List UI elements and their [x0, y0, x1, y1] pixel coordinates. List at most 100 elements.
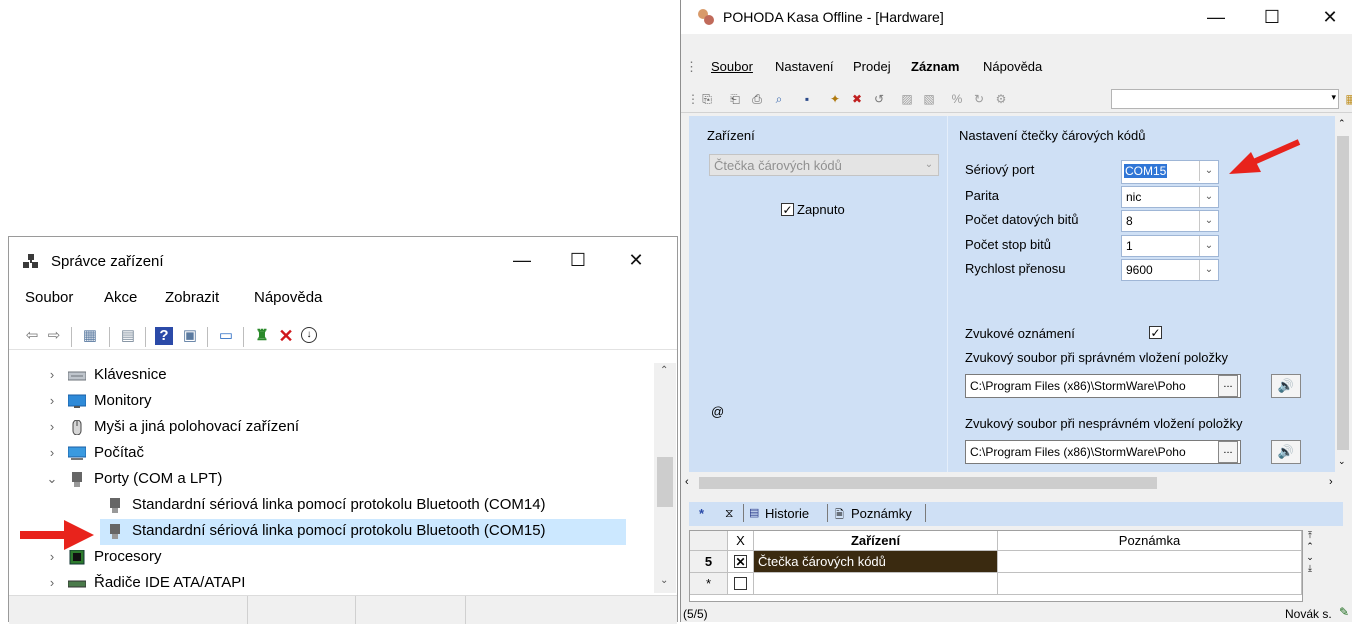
chevron-right-icon[interactable]: › — [46, 367, 58, 382]
chevron-down-icon[interactable]: ⌄ — [1199, 187, 1218, 207]
save-icon[interactable]: ▪ — [799, 91, 815, 107]
data-bits-select[interactable]: 8 ⌄ — [1121, 210, 1219, 232]
properties-icon[interactable]: ▦ — [81, 327, 99, 345]
grid-header-note[interactable]: Poznámka — [998, 531, 1302, 551]
chevron-right-icon[interactable]: › — [46, 393, 58, 408]
menu-soubor[interactable]: Soubor — [711, 59, 753, 74]
close-button[interactable]: ✕ — [613, 245, 659, 275]
tab-star[interactable]: * — [699, 506, 704, 521]
menu-nastaveni[interactable]: Nastavení — [775, 59, 834, 74]
browse-sound-bad-button[interactable]: ... — [1218, 441, 1238, 463]
tree-item-radice-ide[interactable]: › Řadiče IDE ATA/ATAPI — [10, 571, 653, 593]
chevron-down-icon[interactable]: ⌄ — [1199, 161, 1218, 181]
scroll-thumb[interactable] — [1337, 136, 1349, 450]
browse-sound-ok-button[interactable]: ... — [1218, 375, 1238, 397]
chevron-down-icon[interactable]: ⌄ — [920, 155, 938, 175]
delete-record-icon[interactable]: ✖ — [849, 91, 865, 107]
minimize-button[interactable]: — — [1193, 2, 1239, 32]
menu-napoveda[interactable]: Nápověda — [983, 59, 1042, 74]
scroll-left-icon[interactable]: ‹ — [685, 476, 689, 488]
chevron-down-icon[interactable]: ⌄ — [1199, 236, 1218, 256]
chevron-right-icon[interactable]: › — [46, 575, 58, 590]
grid-row-checkbox-cell[interactable] — [728, 573, 754, 595]
tools-icon[interactable]: ⚙ — [993, 91, 1009, 107]
tab-poznamky[interactable]: Poznámky — [851, 506, 912, 521]
sound-ok-path-input[interactable]: C:\Program Files (x86)\StormWare\Poho ..… — [965, 374, 1241, 398]
menu-zaznam[interactable]: Záznam — [911, 59, 959, 74]
menu-zobrazit[interactable]: Zobrazit — [165, 289, 219, 306]
cancel-filter-icon[interactable]: ▧ — [921, 91, 937, 107]
tree-item-com14[interactable]: Standardní sériová linka pomocí protokol… — [10, 493, 653, 519]
menu-soubor[interactable]: Soubor — [25, 289, 73, 306]
close-button[interactable]: ✕ — [1307, 2, 1352, 32]
menu-napoveda[interactable]: Nápověda — [254, 289, 322, 306]
exit-icon[interactable]: ⎘ — [699, 91, 715, 107]
scan-hardware-icon[interactable]: ▭ — [217, 327, 235, 345]
folder-icon[interactable]: ▦ — [1343, 91, 1352, 107]
chevron-down-icon[interactable]: ⌄ — [46, 471, 58, 487]
tree-item-porty[interactable]: ⌄ Porty (COM a LPT) — [10, 467, 653, 493]
play-sound-bad-icon[interactable]: 🔊 — [1271, 440, 1301, 464]
scroll-up-icon[interactable]: ⌃ — [1338, 118, 1346, 129]
serial-port-select[interactable]: COM15 ⌄ — [1121, 160, 1219, 184]
menu-prodej[interactable]: Prodej — [853, 59, 891, 74]
row-checkbox[interactable]: ✕ — [734, 555, 747, 568]
menu-akce[interactable]: Akce — [104, 289, 137, 306]
scroll-thumb[interactable] — [657, 457, 673, 507]
help-icon[interactable]: ? — [155, 327, 173, 345]
scroll-up-icon[interactable]: ⌃ — [660, 365, 668, 376]
uninstall-icon[interactable]: ✕ — [277, 327, 295, 345]
grid-row-device[interactable]: Čtečka čárových kódů — [754, 551, 998, 573]
scroll-down-icon[interactable]: ⌄ — [660, 575, 668, 586]
grid-scrollbar[interactable]: ⤒ ⌃ ⌄ ⤓ — [1303, 530, 1317, 602]
percent-icon[interactable]: % — [949, 91, 965, 107]
toolbar-combo[interactable]: ▾ — [1111, 89, 1339, 109]
stop-bits-select[interactable]: 1 ⌄ — [1121, 235, 1219, 257]
chevron-down-icon[interactable]: ⌄ — [1199, 260, 1218, 280]
grid-row-device[interactable] — [754, 573, 998, 595]
dm-vertical-scrollbar[interactable]: ⌃ ⌄ — [654, 363, 676, 593]
scroll-right-icon[interactable]: › — [1329, 476, 1333, 488]
maximize-button[interactable]: ☐ — [555, 245, 601, 275]
maximize-button[interactable]: ☐ — [1249, 2, 1295, 32]
grid-header-device[interactable]: Zařízení — [754, 531, 998, 551]
view-icon[interactable]: ▣ — [181, 327, 199, 345]
tree-item-monitory[interactable]: › Monitory — [10, 389, 653, 415]
device-select[interactable]: Čtečka čárových kódů ⌄ — [709, 154, 939, 176]
form-horizontal-scrollbar[interactable]: ‹ › — [681, 474, 1343, 492]
sound-bad-path-input[interactable]: C:\Program Files (x86)\StormWare\Poho ..… — [965, 440, 1241, 464]
undo-icon[interactable]: ↺ — [871, 91, 887, 107]
form-vertical-scrollbar[interactable]: ⌃ ⌄ — [1335, 116, 1351, 472]
grid-row-note[interactable] — [998, 573, 1302, 595]
tree-item-com15[interactable]: Standardní sériová linka pomocí protokol… — [10, 519, 653, 545]
chevron-down-icon[interactable]: ⌄ — [1199, 211, 1218, 231]
download-icon[interactable]: ↓ — [301, 327, 317, 343]
tree-item-mysi[interactable]: › Myši a jiná polohovací zařízení — [10, 415, 653, 441]
forward-icon[interactable]: ⇨ — [45, 327, 63, 345]
baud-rate-select[interactable]: 9600 ⌄ — [1121, 259, 1219, 281]
filter-icon[interactable]: ▨ — [899, 91, 915, 107]
play-sound-ok-icon[interactable]: 🔊 — [1271, 374, 1301, 398]
grid-row-note[interactable] — [998, 551, 1302, 573]
update-icon[interactable]: ▤ — [119, 327, 137, 345]
refresh-icon[interactable]: ↻ — [971, 91, 987, 107]
enabled-checkbox[interactable]: ✓ — [781, 203, 794, 216]
row-checkbox[interactable] — [734, 577, 747, 590]
sound-notification-checkbox[interactable]: ✓ — [1149, 326, 1162, 339]
filter-tab-icon[interactable]: ⧖ — [725, 506, 733, 521]
tree-item-pocitac[interactable]: › Počítač — [10, 441, 653, 467]
tab-historie[interactable]: Historie — [765, 506, 809, 521]
print-icon[interactable]: ⎙ — [749, 91, 765, 107]
dropdown-arrow-icon[interactable]: ▾ — [1331, 92, 1336, 103]
parity-select[interactable]: nic ⌄ — [1121, 186, 1219, 208]
copy-icon[interactable]: ⎗ — [727, 91, 743, 107]
chevron-right-icon[interactable]: › — [46, 445, 58, 460]
tree-item-procesory[interactable]: › Procesory — [10, 545, 653, 571]
grid-row-checkbox-cell[interactable]: ✕ — [728, 551, 754, 573]
grid-header-x[interactable]: X — [728, 531, 754, 551]
new-record-icon[interactable]: ✦ — [827, 91, 843, 107]
chevron-right-icon[interactable]: › — [46, 419, 58, 434]
back-icon[interactable]: ⇦ — [23, 327, 41, 345]
scroll-down-icon[interactable]: ⌄ — [1338, 456, 1346, 467]
preview-icon[interactable]: ⌕ — [771, 91, 787, 107]
